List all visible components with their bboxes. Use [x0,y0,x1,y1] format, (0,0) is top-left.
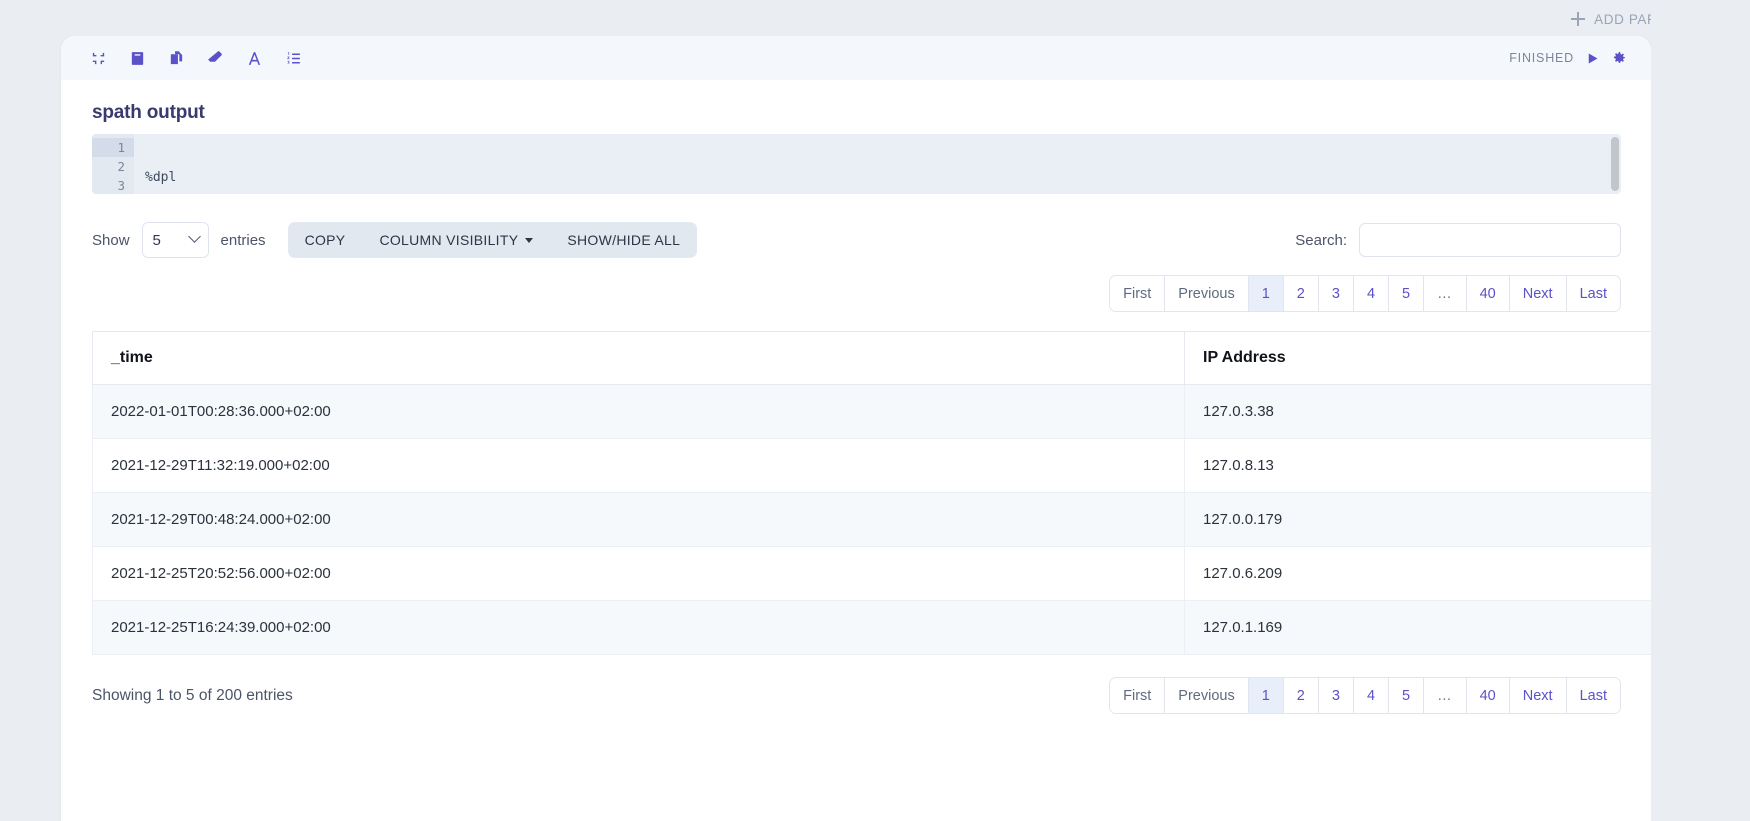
datatable-button-group: COPY COLUMN VISIBILITY SHOW/HIDE ALL [287,222,698,258]
table-header-row: _time IP Address [92,331,1651,385]
copy-button[interactable]: COPY [288,222,363,258]
plus-icon [1571,12,1586,26]
show-hide-all-label: SHOW/HIDE ALL [567,232,681,248]
table-footer: Showing 1 to 5 of 200 entries First Prev… [92,677,1651,714]
column-visibility-button[interactable]: COLUMN VISIBILITY [362,222,550,258]
cell-ip: 127.0.1.169 [1184,600,1651,655]
page-1[interactable]: 1 [1248,678,1284,713]
pagination-top: First Previous 1 2 3 4 5 … 40 Next Last [1109,275,1621,312]
paragraph-panel: FINISHED spath output 1 2 3 %dpl Show 5 … [61,36,1651,821]
line-number: 3 [117,178,125,193]
search-group: Search: [1295,223,1651,257]
cell-time: 2022-01-01T00:28:36.000+02:00 [92,384,1185,439]
line-number: 1 [92,138,134,157]
page-5[interactable]: 5 [1389,276,1425,311]
collapse-icon[interactable] [87,47,109,69]
column-header-time[interactable]: _time [92,331,1185,385]
editor-gutter: 1 2 3 [92,134,134,194]
copy-icon[interactable] [165,47,187,69]
eraser-icon[interactable] [204,47,226,69]
status-badge: FINISHED [1509,51,1574,65]
entries-label: entries [220,231,266,249]
page-5[interactable]: 5 [1389,678,1425,713]
page-length-select[interactable]: 5102550100 [141,222,209,258]
font-icon[interactable] [243,47,265,69]
column-header-ip-address[interactable]: IP Address [1184,331,1651,385]
page-previous[interactable]: Previous [1165,276,1249,311]
table-row: 2022-01-01T00:28:36.000+02:00 127.0.3.38 [92,384,1651,439]
page-3[interactable]: 3 [1318,678,1354,713]
add-paragraph-label: ADD PARAGRAPH [1594,11,1718,27]
code-editor[interactable]: 1 2 3 %dpl index=crud_small earliest=01/… [92,134,1621,194]
book-icon[interactable] [126,47,148,69]
page-40[interactable]: 40 [1466,678,1510,713]
editor-code-area[interactable]: %dpl index=crud_small earliest=01/01/202… [134,134,1621,194]
table-row: 2021-12-25T16:24:39.000+02:00 127.0.1.16… [92,600,1651,655]
cell-ip: 127.0.8.13 [1184,438,1651,493]
caret-down-icon [525,237,534,243]
cell-ip: 127.0.3.38 [1184,384,1651,439]
page-first[interactable]: First [1110,678,1166,713]
paragraph-toolbar: FINISHED [61,36,1651,80]
line-number: 2 [117,159,125,174]
page-title: spath output [92,102,205,123]
results-table-wrapper: _time IP Address 2022-01-01T00:28:36.000… [92,331,1651,655]
search-input[interactable] [1359,223,1621,257]
page-last[interactable]: Last [1566,678,1620,713]
page-1[interactable]: 1 [1248,276,1284,311]
pagination-bottom: First Previous 1 2 3 4 5 … 40 Next Last [1109,677,1621,714]
viewport-right-gutter [1651,0,1750,821]
page-last[interactable]: Last [1566,276,1620,311]
top-bar: ADD PARAGRAPH [0,0,1750,38]
page-40[interactable]: 40 [1466,276,1510,311]
page-ellipsis: … [1424,678,1467,713]
showing-entries-text: Showing 1 to 5 of 200 entries [92,686,293,704]
show-hide-all-button[interactable]: SHOW/HIDE ALL [550,222,697,258]
paragraph-body: spath output 1 2 3 %dpl index=crud_small… [61,102,1651,714]
page-4[interactable]: 4 [1353,678,1390,713]
cell-ip: 127.0.0.179 [1184,492,1651,547]
gear-icon[interactable] [1611,50,1627,66]
page-next[interactable]: Next [1509,276,1567,311]
page-ellipsis: … [1424,276,1467,311]
toolbar-icon-group [87,47,304,69]
page-2[interactable]: 2 [1283,276,1319,311]
page-previous[interactable]: Previous [1165,678,1249,713]
page-2[interactable]: 2 [1283,678,1319,713]
app-root: ADD PARAGRAPH FINISHED spath output 1 2 … [0,0,1750,821]
column-visibility-label: COLUMN VISIBILITY [379,232,519,248]
page-4[interactable]: 4 [1353,276,1390,311]
code-line: %dpl [145,170,177,185]
page-next[interactable]: Next [1509,678,1567,713]
cell-ip: 127.0.6.209 [1184,546,1651,601]
search-label: Search: [1295,231,1347,249]
table-row: 2021-12-29T00:48:24.000+02:00 127.0.0.17… [92,492,1651,547]
cell-time: 2021-12-29T11:32:19.000+02:00 [92,438,1185,493]
page-first[interactable]: First [1110,276,1166,311]
pagination-top-row: First Previous 1 2 3 4 5 … 40 Next Last [61,275,1651,312]
page-length-group: Show 5102550100 entries [92,222,266,258]
cell-time: 2021-12-25T16:24:39.000+02:00 [92,600,1185,655]
copy-button-label: COPY [304,232,346,248]
show-label: Show [92,231,130,249]
table-controls: Show 5102550100 entries COPY COLUMN VIS [92,220,1651,260]
page-length-select-wrap: 5102550100 [141,222,209,258]
add-paragraph-button[interactable]: ADD PARAGRAPH [1571,12,1718,27]
results-table: _time IP Address 2022-01-01T00:28:36.000… [92,331,1651,655]
play-icon[interactable] [1585,51,1600,66]
list-numbered-icon[interactable] [282,47,304,69]
page-3[interactable]: 3 [1318,276,1354,311]
toolbar-status-group: FINISHED [1509,50,1627,66]
cell-time: 2021-12-25T20:52:56.000+02:00 [92,546,1185,601]
editor-scrollbar[interactable] [1611,137,1619,191]
table-row: 2021-12-29T11:32:19.000+02:00 127.0.8.13 [92,438,1651,493]
cell-time: 2021-12-29T00:48:24.000+02:00 [92,492,1185,547]
table-row: 2021-12-25T20:52:56.000+02:00 127.0.6.20… [92,546,1651,601]
